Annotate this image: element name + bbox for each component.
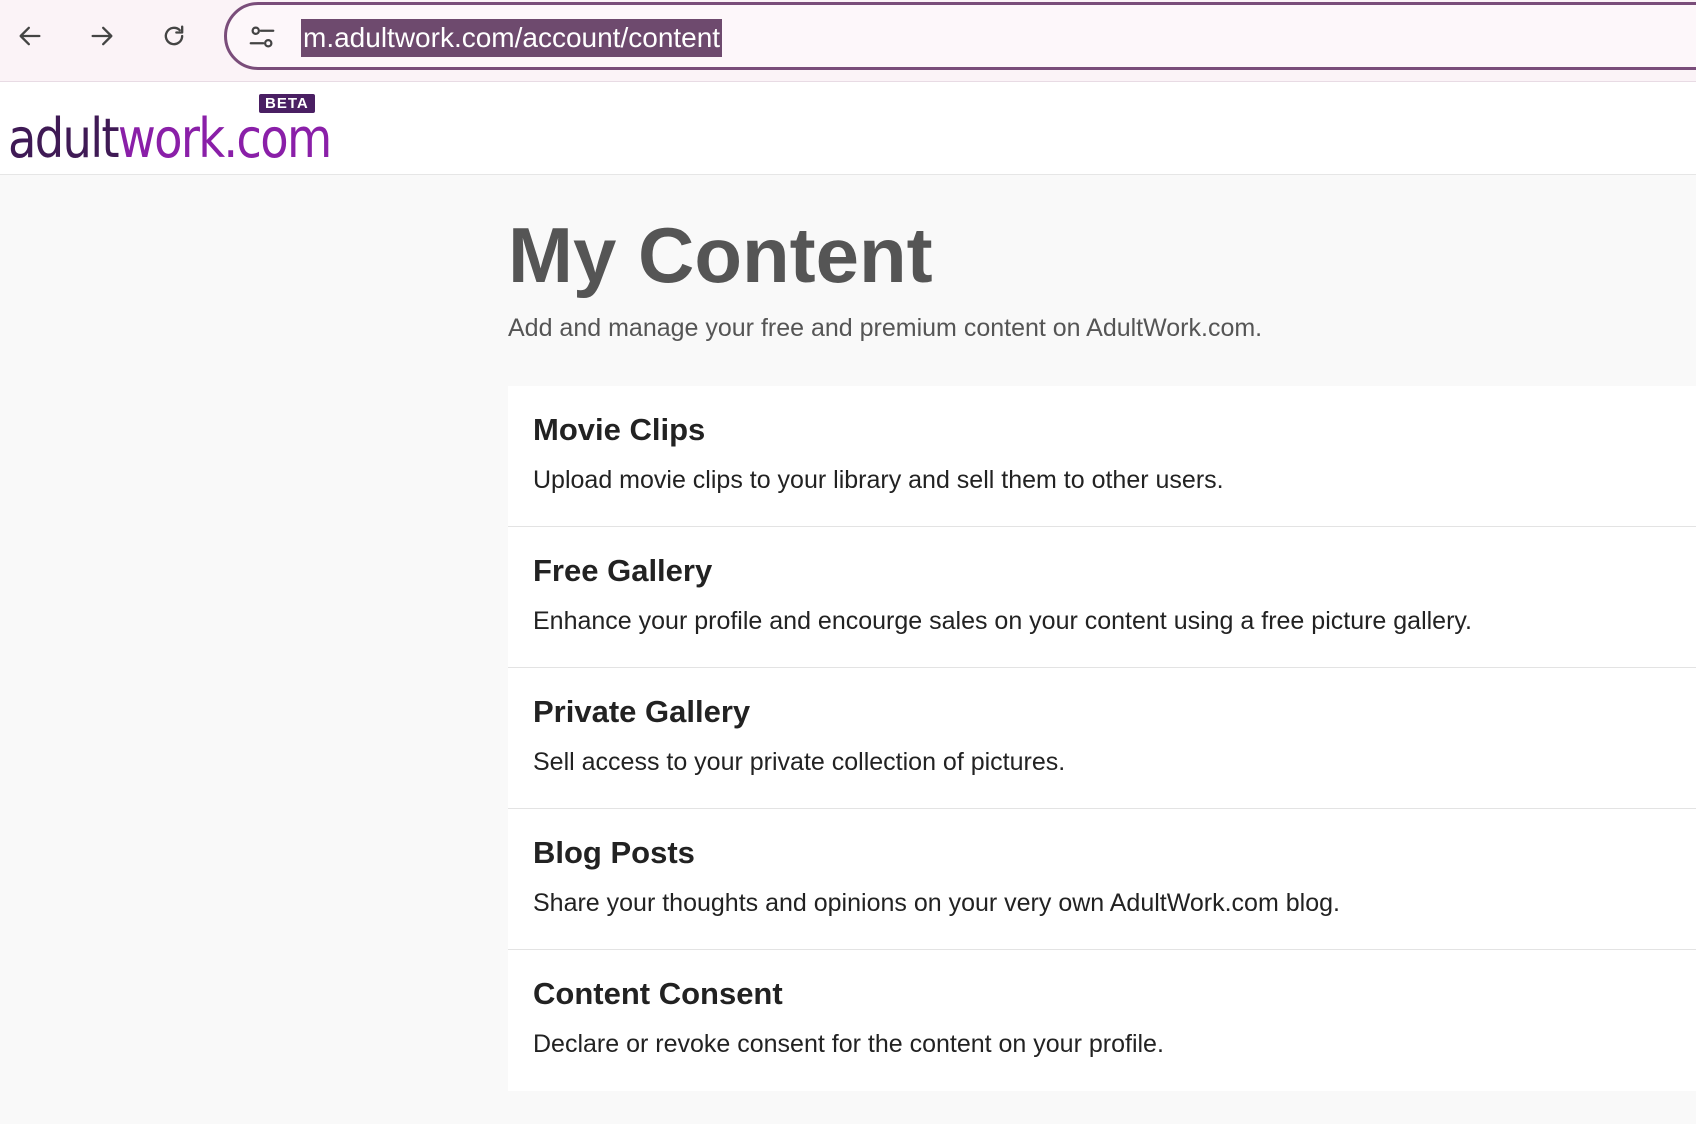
forward-button[interactable] [80, 14, 124, 58]
logo-text-part1: adult [8, 107, 120, 170]
tune-icon[interactable] [247, 22, 277, 52]
browser-toolbar: m.adultwork.com/account/content [0, 0, 1696, 82]
site-logo[interactable]: adultwork.com BETA [8, 94, 332, 166]
page-title: My Content [508, 211, 933, 299]
beta-badge: BETA [259, 94, 315, 113]
back-button[interactable] [8, 14, 52, 58]
item-title: Private Gallery [533, 694, 751, 729]
content-item-blog-posts[interactable]: Blog Posts Share your thoughts and opini… [508, 809, 1696, 950]
item-title: Free Gallery [533, 553, 713, 588]
content-item-movie-clips[interactable]: Movie Clips Upload movie clips to your l… [508, 386, 1696, 527]
item-description: Enhance your profile and encourge sales … [533, 607, 1473, 635]
url-text[interactable]: m.adultwork.com/account/content [301, 19, 723, 57]
content-item-content-consent[interactable]: Content Consent Declare or revoke consen… [508, 950, 1696, 1091]
arrow-right-icon [91, 26, 113, 46]
reload-button[interactable] [152, 14, 196, 58]
item-description: Sell access to your private collection o… [533, 748, 1066, 776]
item-description: Declare or revoke consent for the conten… [533, 1030, 1164, 1058]
page-subtitle: Add and manage your free and premium con… [508, 314, 1263, 342]
content-list: Movie Clips Upload movie clips to your l… [508, 386, 1696, 1091]
item-title: Content Consent [533, 976, 783, 1011]
item-description: Upload movie clips to your library and s… [533, 466, 1224, 494]
arrow-left-icon [19, 26, 41, 46]
content-item-free-gallery[interactable]: Free Gallery Enhance your profile and en… [508, 527, 1696, 668]
content-item-private-gallery[interactable]: Private Gallery Sell access to your priv… [508, 668, 1696, 809]
item-title: Movie Clips [533, 412, 706, 447]
item-description: Share your thoughts and opinions on your… [533, 889, 1340, 917]
site-header: adultwork.com BETA [0, 82, 1696, 175]
logo-text-part2: work.com [117, 107, 332, 170]
reload-icon [164, 25, 184, 46]
address-bar[interactable]: m.adultwork.com/account/content [224, 2, 1696, 70]
item-title: Blog Posts [533, 835, 695, 870]
logo-wordmark: adultwork.com [8, 112, 332, 166]
